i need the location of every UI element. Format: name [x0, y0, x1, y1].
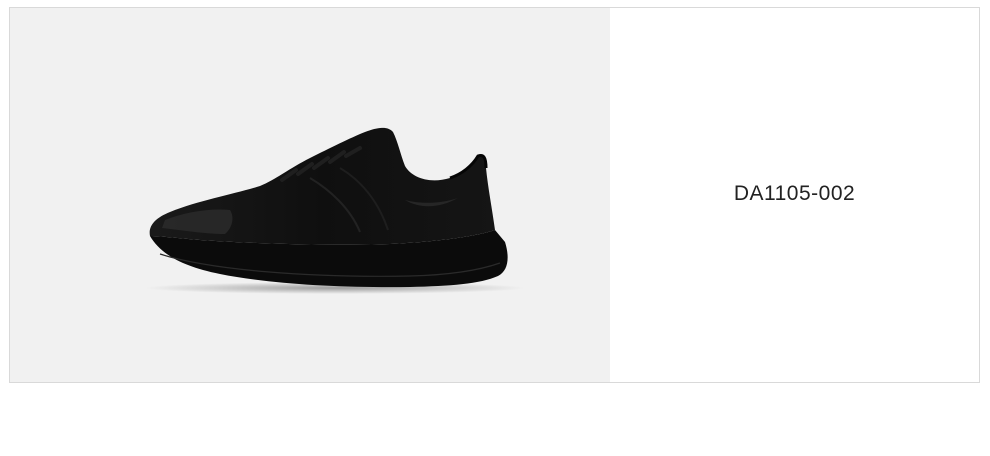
product-info-panel: DA1105-002 — [610, 8, 979, 382]
product-image-panel — [10, 8, 610, 382]
product-card: DA1105-002 — [9, 7, 980, 383]
shoe-image — [145, 127, 525, 294]
product-code: DA1105-002 — [733, 182, 856, 205]
